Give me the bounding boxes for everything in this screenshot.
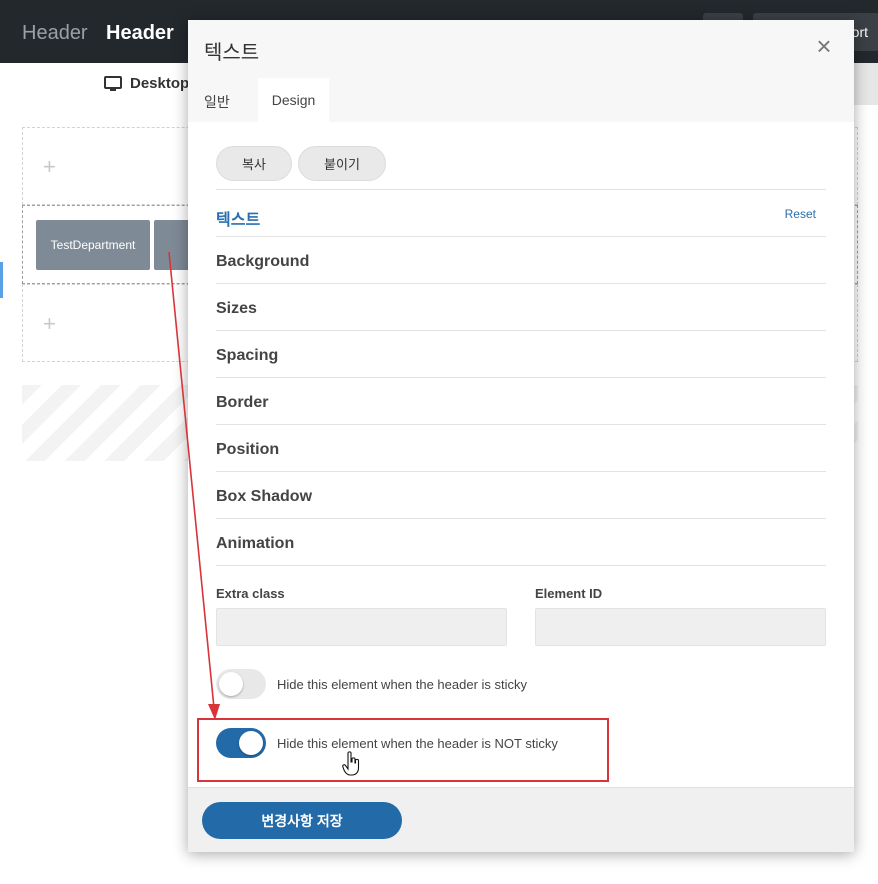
section-animation[interactable]: Animation <box>216 518 826 565</box>
section-label: Background <box>216 253 310 270</box>
section-border[interactable]: Border <box>216 377 826 424</box>
builder-title-active[interactable]: Header <box>106 22 174 45</box>
section-label: 텍스트 <box>216 212 261 229</box>
save-changes-button[interactable]: 변경사항 저장 <box>202 802 402 839</box>
section-box-shadow[interactable]: Box Shadow <box>216 471 826 518</box>
modal-footer: 변경사항 저장 <box>188 787 854 852</box>
section-spacing[interactable]: Spacing <box>216 330 826 377</box>
desktop-icon <box>104 75 122 91</box>
section-label: Spacing <box>216 347 279 364</box>
hide-sticky-toggle[interactable] <box>216 669 266 699</box>
left-edge-marker <box>0 262 3 298</box>
hand-cursor-icon <box>342 751 360 776</box>
modal-tabs: 일반 Design <box>188 78 854 123</box>
section-label: Box Shadow <box>216 488 313 505</box>
section-label: Sizes <box>216 300 257 317</box>
toggle-knob <box>219 672 243 696</box>
section-text[interactable]: 텍스트 Reset <box>216 189 826 236</box>
hide-not-sticky-toggle[interactable] <box>216 728 266 758</box>
modal-body: 복사 붙이기 텍스트 Reset Background Sizes Spacin… <box>188 122 854 787</box>
section-position[interactable]: Position <box>216 424 826 471</box>
divider <box>216 565 826 566</box>
section-sizes[interactable]: Sizes <box>216 283 826 330</box>
hide-sticky-label: Hide this element when the header is sti… <box>277 677 528 692</box>
add-element-icon[interactable]: + <box>43 154 56 180</box>
device-switcher[interactable]: Desktop <box>104 75 189 92</box>
element-id-label: Element ID <box>535 586 603 601</box>
modal-title: 텍스트 <box>204 42 260 64</box>
element-settings-modal: 텍스트 × 일반 Design 복사 붙이기 텍스트 Reset Backgro… <box>188 20 854 852</box>
hide-not-sticky-label: Hide this element when the header is NOT… <box>277 736 558 751</box>
paste-button[interactable]: 붙이기 <box>298 146 386 181</box>
section-label: Position <box>216 441 280 458</box>
add-element-icon[interactable]: + <box>43 311 56 337</box>
section-label: Animation <box>216 535 295 552</box>
section-background[interactable]: Background <box>216 236 826 283</box>
section-label: Border <box>216 394 269 411</box>
device-label: Desktop <box>130 75 190 92</box>
extra-class-input[interactable] <box>216 608 507 646</box>
builder-title-inactive[interactable]: Header <box>22 22 88 45</box>
modal-header: 텍스트 × <box>188 20 854 78</box>
copy-button[interactable]: 복사 <box>216 146 292 181</box>
close-icon[interactable]: × <box>812 33 836 59</box>
reset-link[interactable]: Reset <box>785 207 816 221</box>
tab-general[interactable]: 일반 <box>204 78 258 123</box>
element-id-input[interactable] <box>535 608 826 646</box>
toggle-knob <box>239 731 263 755</box>
extra-class-label: Extra class <box>216 586 285 601</box>
tab-design[interactable]: Design <box>258 78 329 123</box>
element-chip[interactable]: TestDepartment <box>36 220 150 270</box>
